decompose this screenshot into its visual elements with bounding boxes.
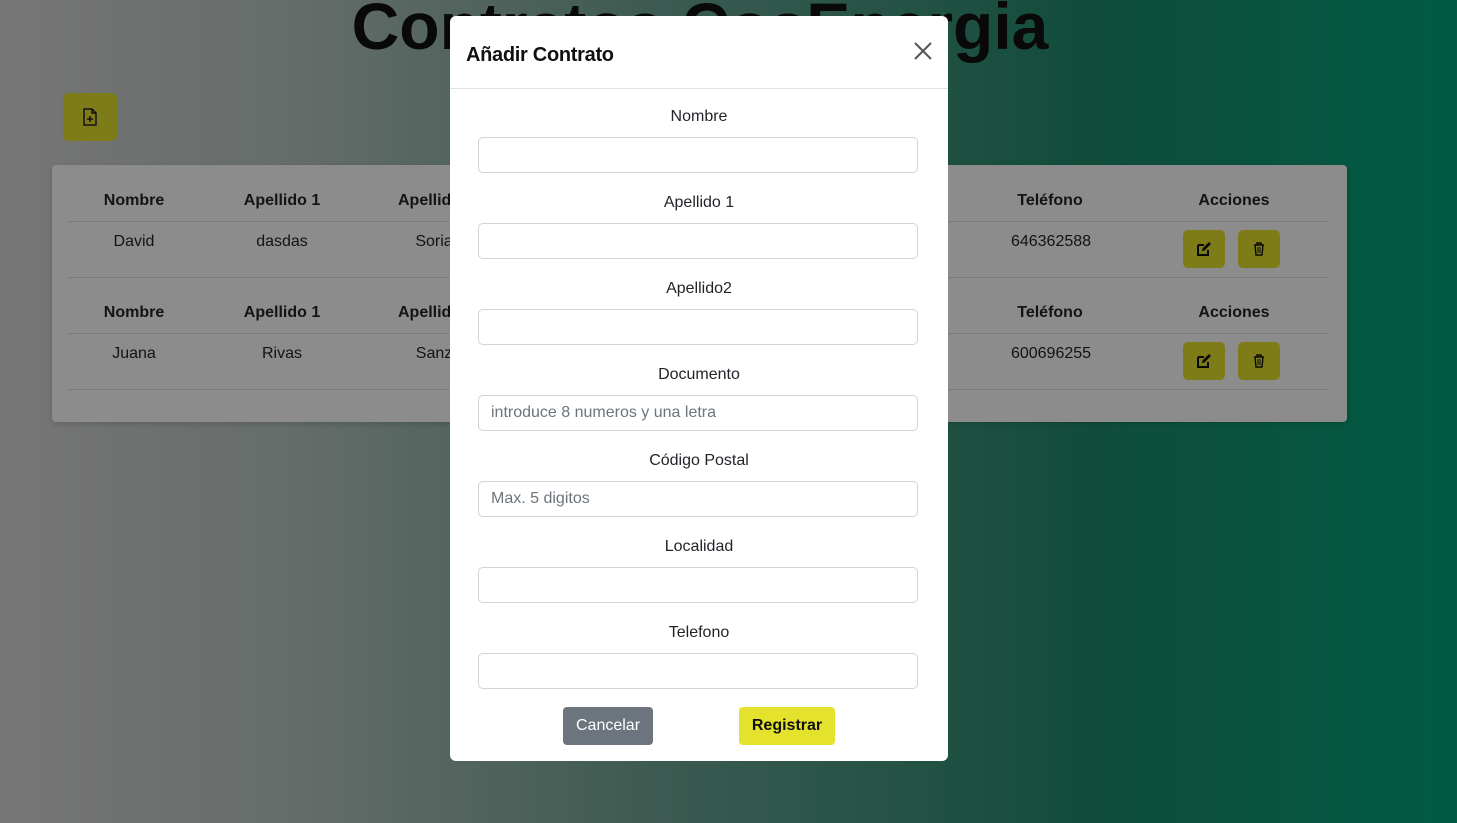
label-codigo-postal: Código Postal [649, 452, 749, 469]
label-documento: Documento [658, 366, 740, 383]
label-localidad: Localidad [664, 538, 734, 555]
nombre-input[interactable] [478, 137, 918, 173]
label-nombre: Nombre [670, 108, 728, 125]
close-icon[interactable] [912, 40, 934, 62]
page: Contratos CosEnergia Nombre Apellido 1 A… [0, 0, 1457, 823]
telefono-input[interactable] [478, 653, 918, 689]
apellido1-input[interactable] [478, 223, 918, 259]
add-contract-modal: Añadir Contrato Nombre Apellido 1 Apelli… [450, 16, 948, 761]
label-apellido1: Apellido 1 [663, 194, 735, 211]
label-apellido2: Apellido2 [666, 280, 732, 297]
codigo-postal-input[interactable] [478, 481, 918, 517]
label-telefono: Telefono [668, 624, 730, 641]
documento-input[interactable] [478, 395, 918, 431]
modal-header: Añadir Contrato [450, 16, 948, 89]
modal-title: Añadir Contrato [466, 44, 614, 66]
cancel-button[interactable]: Cancelar [563, 707, 653, 745]
register-button[interactable]: Registrar [739, 707, 835, 745]
apellido2-input[interactable] [478, 309, 918, 345]
localidad-input[interactable] [478, 567, 918, 603]
